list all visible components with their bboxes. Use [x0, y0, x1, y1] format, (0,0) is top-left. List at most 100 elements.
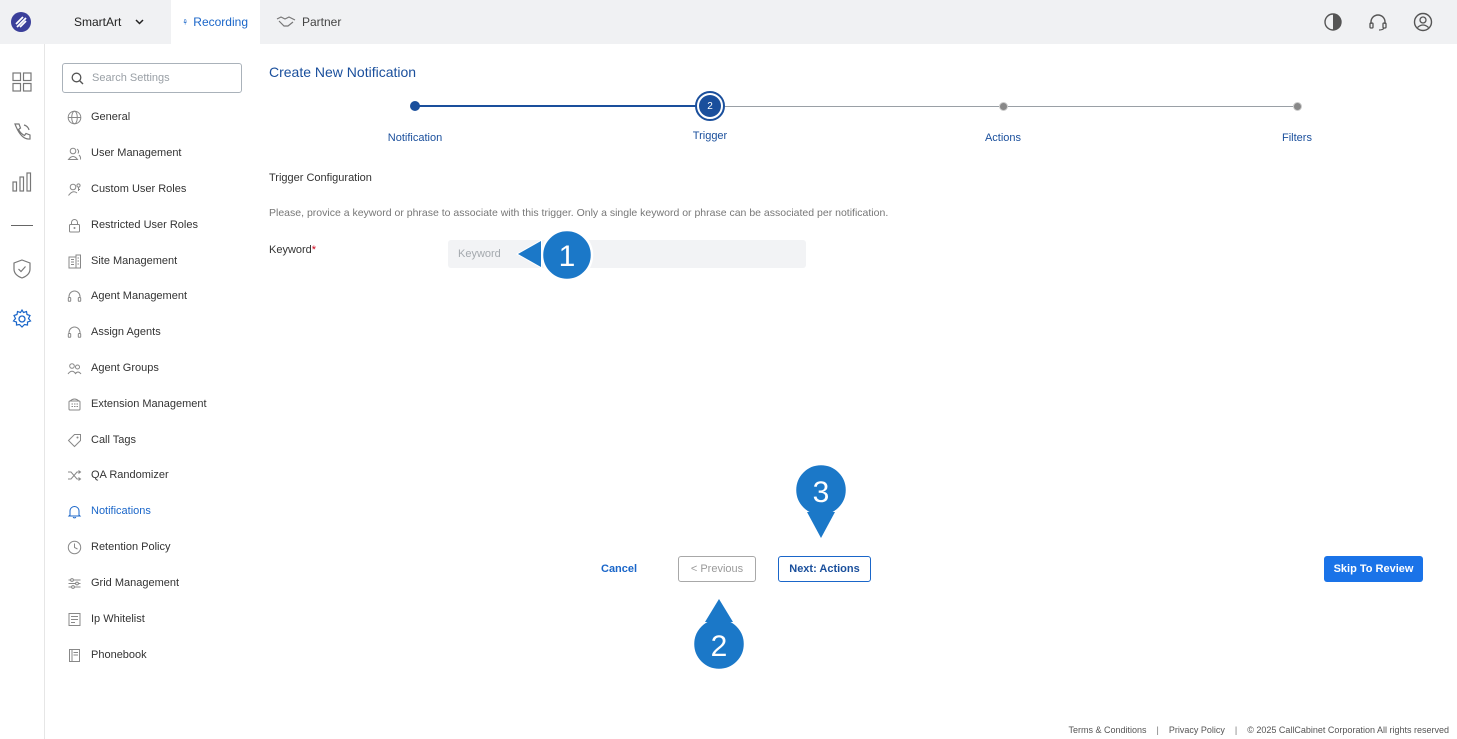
- sidebar-item-label: Agent Management: [91, 290, 188, 302]
- search-icon: [71, 72, 84, 84]
- callout-3-number: 3: [813, 476, 830, 509]
- callout-1: 1: [515, 228, 594, 282]
- sidebar-item-ip-whitelist[interactable]: Ip Whitelist: [66, 609, 145, 629]
- globe-icon: [66, 109, 83, 126]
- main-content: Create New Notification 2 Notification T…: [256, 44, 1457, 739]
- sidebar-item-label: Site Management: [91, 255, 178, 267]
- top-bar: SmartArt Recording Partner: [0, 0, 1457, 44]
- headset-icon: [66, 288, 83, 305]
- sidebar-item-label: Retention Policy: [91, 541, 171, 553]
- sidebar-item-agent-management[interactable]: Agent Management: [66, 286, 187, 306]
- footer: Terms & Conditions | Privacy Policy | © …: [1069, 725, 1449, 735]
- next-actions-button[interactable]: Next: Actions: [778, 556, 871, 582]
- shuffle-icon: [66, 467, 83, 484]
- sidebar-item-notifications[interactable]: Notifications: [66, 501, 151, 521]
- book-icon: [66, 647, 83, 664]
- sidebar-item-qa-randomizer[interactable]: QA Randomizer: [66, 465, 169, 485]
- sidebar-item-site-management[interactable]: Site Management: [66, 251, 177, 271]
- left-rail: [0, 44, 45, 739]
- footer-separator: |: [1234, 725, 1238, 735]
- app-logo-icon[interactable]: [10, 11, 32, 33]
- keyword-label-text: Keyword: [269, 244, 312, 256]
- sidebar-item-label: User Management: [91, 147, 182, 159]
- copyright-text: © 2025 CallCabinet Corporation All right…: [1247, 725, 1449, 735]
- footer-separator: |: [1156, 725, 1159, 735]
- building-icon: [66, 253, 83, 270]
- settings-icon[interactable]: [11, 308, 33, 330]
- sidebar-item-call-tags[interactable]: Call Tags: [66, 430, 136, 450]
- users-icon: [66, 145, 83, 162]
- step-label-filters: Filters: [1282, 132, 1312, 144]
- step-number: 2: [699, 95, 721, 117]
- sidebar-item-label: Grid Management: [91, 577, 180, 589]
- step-label-notification: Notification: [387, 132, 443, 144]
- microphone-icon: [183, 19, 187, 25]
- search-input[interactable]: [92, 72, 232, 84]
- sidebar-item-phonebook[interactable]: Phonebook: [66, 645, 147, 665]
- privacy-link[interactable]: Privacy Policy: [1169, 725, 1225, 735]
- bar-chart-icon[interactable]: [11, 171, 33, 193]
- sidebar-item-label: Agent Groups: [91, 362, 159, 374]
- clock-icon: [66, 539, 83, 556]
- tab-recording[interactable]: Recording: [171, 0, 260, 44]
- section-description: Please, provice a keyword or phrase to a…: [269, 207, 889, 219]
- group-icon: [66, 360, 83, 377]
- dashboard-icon[interactable]: [11, 71, 33, 93]
- step-label-actions: Actions: [984, 132, 1022, 144]
- sidebar-item-general[interactable]: General: [66, 107, 130, 127]
- sidebar-item-label: Call Tags: [91, 434, 137, 446]
- phone-ext-icon: [66, 396, 83, 413]
- sidebar-item-label: Ip Whitelist: [91, 613, 145, 625]
- phone-icon[interactable]: [11, 121, 33, 143]
- headset-icon[interactable]: [1368, 12, 1388, 32]
- user-icon[interactable]: [1413, 12, 1433, 32]
- sidebar-item-label: Notifications: [91, 505, 151, 517]
- app-selector[interactable]: SmartArt: [74, 15, 144, 29]
- callout-2-number: 2: [711, 630, 728, 663]
- page-title: Create New Notification: [269, 64, 417, 80]
- sidebar-item-retention-policy[interactable]: Retention Policy: [66, 537, 171, 557]
- tab-recording-label: Recording: [193, 15, 248, 29]
- cancel-button[interactable]: Cancel: [601, 563, 637, 575]
- callout-1-number: 1: [559, 240, 576, 273]
- sidebar-item-label: QA Randomizer: [91, 469, 169, 481]
- step-dot-actions: [999, 102, 1008, 111]
- handshake-icon: [276, 16, 296, 27]
- sidebar-item-grid-management[interactable]: Grid Management: [66, 573, 179, 593]
- rail-divider: [11, 225, 33, 226]
- sidebar-item-user-management[interactable]: User Management: [66, 143, 182, 163]
- settings-sidebar: General User Management Custom User Role…: [46, 44, 256, 739]
- shield-icon[interactable]: [11, 258, 33, 280]
- skip-to-review-button[interactable]: Skip To Review: [1324, 556, 1423, 582]
- bell-icon: [66, 503, 83, 520]
- stepper-line-pending: [722, 106, 1297, 107]
- keyword-input[interactable]: [448, 240, 806, 268]
- required-marker: *: [311, 244, 317, 256]
- stepper-line-done: [415, 105, 710, 107]
- step-dot-notification: [410, 101, 420, 111]
- lock-icon: [66, 217, 83, 234]
- tag-icon: [66, 432, 83, 449]
- step-label-trigger: Trigger: [692, 130, 728, 142]
- previous-button[interactable]: < Previous: [678, 556, 756, 582]
- headset-icon: [66, 324, 83, 341]
- sidebar-item-custom-user-roles[interactable]: Custom User Roles: [66, 179, 186, 199]
- sidebar-item-restricted-user-roles[interactable]: Restricted User Roles: [66, 215, 198, 235]
- sidebar-item-label: Extension Management: [91, 398, 207, 410]
- tab-partner[interactable]: Partner: [264, 0, 353, 44]
- chevron-down-icon: [135, 17, 144, 28]
- sliders-icon: [66, 575, 83, 592]
- callout-3: 3: [793, 462, 849, 541]
- sidebar-item-label: Assign Agents: [91, 326, 161, 338]
- sidebar-item-assign-agents[interactable]: Assign Agents: [66, 322, 161, 342]
- step-dot-filters: [1293, 102, 1302, 111]
- sidebar-item-label: Phonebook: [91, 649, 147, 661]
- keyword-label: Keyword*: [269, 244, 316, 256]
- step-dot-trigger: 2: [695, 91, 725, 121]
- sidebar-item-extension-management[interactable]: Extension Management: [66, 394, 207, 414]
- sidebar-item-agent-groups[interactable]: Agent Groups: [66, 358, 159, 378]
- terms-link[interactable]: Terms & Conditions: [1069, 725, 1147, 735]
- user-key-icon: [66, 181, 83, 198]
- app-selector-label: SmartArt: [74, 15, 122, 29]
- contrast-icon[interactable]: [1323, 12, 1343, 32]
